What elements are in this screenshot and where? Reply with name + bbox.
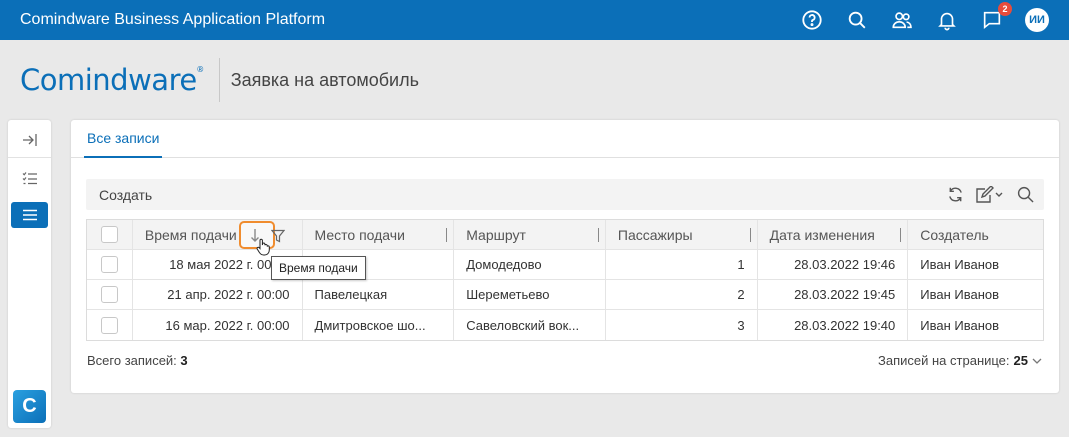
- table-row[interactable]: 16 мар. 2022 г. 00:00 Дмитровское шо... …: [87, 310, 1043, 340]
- cell-creator: Иван Иванов: [920, 317, 1000, 333]
- cell-place: Павелецкая: [303, 280, 455, 309]
- create-button[interactable]: Создать: [99, 187, 944, 203]
- cell-route: Домодедово: [454, 250, 606, 279]
- hand-cursor-icon: [256, 238, 270, 256]
- search-icon[interactable]: [1014, 184, 1036, 206]
- row-select-cell: [87, 310, 133, 340]
- tab-bar: Все записи: [71, 120, 1059, 158]
- row-checkbox[interactable]: [100, 256, 118, 273]
- column-resize-handle[interactable]: [597, 228, 599, 242]
- cell-place: Дмитровское шо...: [303, 310, 455, 340]
- column-resize-handle[interactable]: [900, 228, 902, 242]
- table-row[interactable]: 21 апр. 2022 г. 00:00 Павелецкая Шеремет…: [87, 280, 1043, 310]
- cell-modified: 28.03.2022 19:40: [758, 310, 909, 340]
- select-all-cell: [87, 220, 133, 249]
- total-records: Всего записей: 3: [87, 353, 188, 368]
- row-select-cell: [87, 250, 133, 279]
- column-header-creator[interactable]: Создатель: [908, 220, 1043, 249]
- cell-time: 16 мар. 2022 г. 00:00: [133, 310, 303, 340]
- page-header: Comindware ® Заявка на автомобиль: [0, 40, 1069, 120]
- column-resize-handle[interactable]: [446, 228, 448, 242]
- page-size-selector[interactable]: Записей на странице: 25: [878, 353, 1043, 368]
- column-resize-handle[interactable]: [749, 228, 751, 242]
- column-header-route[interactable]: Маршрут: [454, 220, 606, 249]
- edit-dropdown-icon[interactable]: [974, 184, 1006, 206]
- table-row[interactable]: 18 мая 2022 г. 00:00 ...о Домодедово 1 2…: [87, 250, 1043, 280]
- list-view-icon[interactable]: [11, 202, 48, 228]
- column-header-passengers[interactable]: Пассажиры: [606, 220, 758, 249]
- row-checkbox[interactable]: [100, 316, 118, 334]
- avatar[interactable]: ИИ: [1025, 8, 1049, 32]
- column-header-modified[interactable]: Дата изменения: [758, 220, 909, 249]
- bell-icon[interactable]: [935, 8, 959, 32]
- cell-time: 21 апр. 2022 г. 00:00: [133, 280, 303, 309]
- refresh-icon[interactable]: [944, 184, 966, 206]
- notification-badge: 2: [998, 2, 1012, 16]
- help-icon[interactable]: [800, 8, 824, 32]
- left-sidebar: C: [8, 120, 51, 428]
- cell-passengers: 1: [606, 250, 758, 279]
- search-icon[interactable]: [845, 8, 869, 32]
- sidebar-divider: [8, 157, 51, 158]
- expand-sidebar-icon[interactable]: [11, 127, 48, 153]
- cell-passengers: 3: [606, 310, 758, 340]
- chevron-down-icon: [1032, 358, 1042, 364]
- tab-all-records[interactable]: Все записи: [84, 120, 163, 158]
- main-panel: Все записи Создать Время подачи Место по…: [71, 120, 1059, 393]
- checklist-icon[interactable]: [11, 165, 48, 191]
- app-title: Comindware Business Application Platform: [20, 11, 326, 28]
- users-icon[interactable]: [890, 8, 914, 32]
- select-all-checkbox[interactable]: [100, 226, 118, 243]
- top-bar: Comindware Business Application Platform…: [0, 0, 1069, 40]
- comindware-logo: Comindware ®: [20, 63, 204, 97]
- table-header-row: Время подачи Место подачи Маршрут Пассаж…: [87, 220, 1043, 250]
- comindware-c-logo[interactable]: C: [13, 390, 46, 423]
- cell-creator: Иван Иванов: [920, 257, 1000, 272]
- cell-modified: 28.03.2022 19:46: [758, 250, 909, 279]
- cell-modified: 28.03.2022 19:45: [758, 280, 909, 309]
- column-header-place[interactable]: Место подачи: [303, 220, 455, 249]
- page-title: Заявка на автомобиль: [230, 69, 419, 90]
- row-checkbox[interactable]: [100, 286, 118, 303]
- records-table: Время подачи Место подачи Маршрут Пассаж…: [86, 219, 1044, 341]
- header-divider: [218, 58, 220, 102]
- toolbar: Создать: [86, 179, 1044, 210]
- filter-icon[interactable]: [271, 229, 285, 243]
- messages-icon[interactable]: 2: [980, 2, 1012, 32]
- cell-route: Шереметьево: [454, 280, 606, 309]
- cell-passengers: 2: [606, 280, 758, 309]
- tooltip: Время подачи: [271, 256, 366, 280]
- cell-route: Савеловский вок...: [454, 310, 606, 340]
- row-select-cell: [87, 280, 133, 309]
- cell-creator: Иван Иванов: [920, 287, 1000, 302]
